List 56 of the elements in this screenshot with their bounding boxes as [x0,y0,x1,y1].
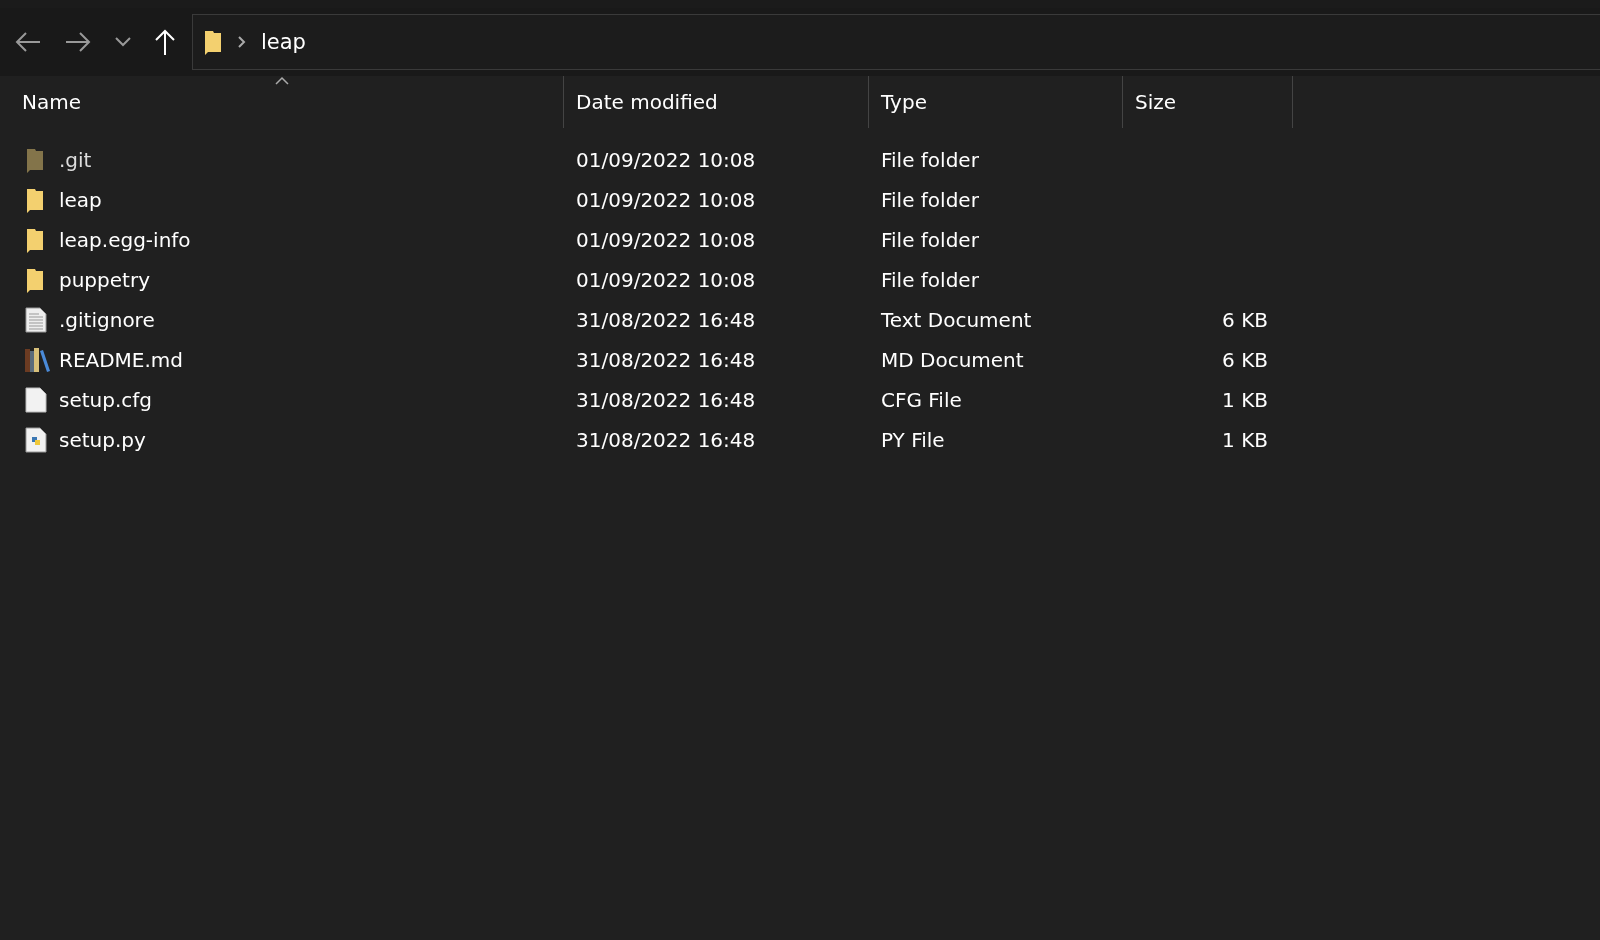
date-modified: 01/09/2022 10:08 [575,268,757,292]
date-modified: 31/08/2022 16:48 [575,428,757,452]
file-type: PY File [880,428,946,452]
date-modified: 31/08/2022 16:48 [575,348,757,372]
file-type: MD Document [880,348,1025,372]
file-row[interactable]: README.md 31/08/2022 16:48 MD Document 6 KB [0,340,1600,380]
blank-document-icon [25,387,47,413]
folder-icon [25,187,45,213]
file-type: Text Document [880,308,1033,332]
file-name: leap [59,188,102,212]
chevron-down-icon [114,37,132,47]
file-name: setup.py [59,428,146,452]
left-arrow-icon [14,31,42,53]
file-row[interactable]: .gitignore 31/08/2022 16:48 Text Document 6 KB [0,300,1600,340]
file-row[interactable]: setup.py 31/08/2022 16:48 PY File 1 KB [0,420,1600,460]
folder-icon [203,29,223,55]
file-name: puppetry [59,268,150,292]
file-type: CFG File [880,388,963,412]
date-modified: 01/09/2022 10:08 [575,188,757,212]
file-size: 6 KB [1221,308,1268,332]
chevron-right-icon [237,35,247,49]
folder-icon [25,267,45,293]
sort-up-icon [273,76,290,85]
file-name: README.md [59,348,184,372]
file-size: 6 KB [1221,348,1268,372]
file-type: File folder [880,228,980,252]
column-header[interactable]: Type [869,76,1123,128]
column-header[interactable]: Date modified [564,76,869,128]
file-name: leap.egg-info [59,228,191,252]
file-size: 1 KB [1221,388,1268,412]
right-arrow-icon [64,31,92,53]
file-row[interactable]: setup.cfg 31/08/2022 16:48 CFG File 1 KB [0,380,1600,420]
python-file-icon [25,427,47,453]
file-type: File folder [880,148,980,172]
file-row[interactable]: puppetry 01/09/2022 10:08 File folder [0,260,1600,300]
date-modified: 31/08/2022 16:48 [575,388,757,412]
file-name: setup.cfg [59,388,153,412]
address-bar[interactable]: leap [192,14,1600,70]
file-name: .git [59,148,92,172]
file-type: File folder [880,188,980,212]
file-type: File folder [880,268,980,292]
file-row[interactable]: leap.egg-info 01/09/2022 10:08 File folder [0,220,1600,260]
date-modified: 01/09/2022 10:08 [575,148,757,172]
date-modified: 31/08/2022 16:48 [575,308,757,332]
file-row[interactable]: leap 01/09/2022 10:08 File folder [0,180,1600,220]
file-name: .gitignore [59,308,155,332]
column-header[interactable]: Name [0,76,564,128]
folder-icon [25,227,45,253]
column-header[interactable]: Size [1123,76,1293,128]
books-icon [25,347,51,373]
breadcrumb[interactable]: leap [261,30,306,54]
text-document-icon [25,307,47,333]
date-modified: 01/09/2022 10:08 [575,228,757,252]
up-arrow-icon [154,28,176,56]
file-row[interactable]: .git 01/09/2022 10:08 File folder [0,140,1600,180]
file-size: 1 KB [1221,428,1268,452]
